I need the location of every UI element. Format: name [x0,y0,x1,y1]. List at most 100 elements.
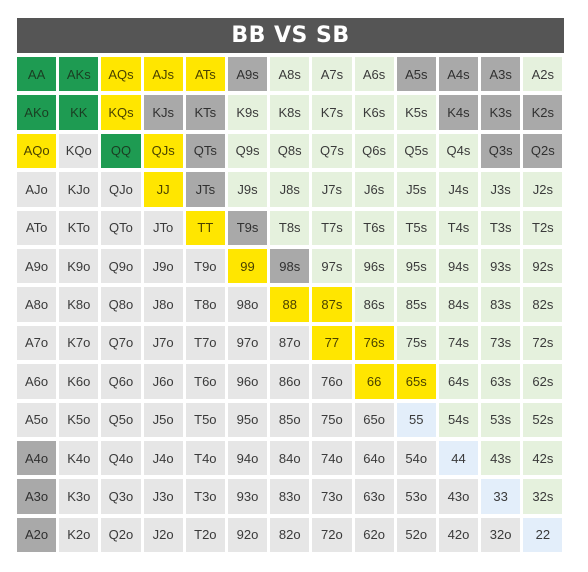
hand-cell-ajs[interactable]: AJs [143,57,183,92]
hand-cell-94s[interactable]: 94s [438,248,479,284]
hand-cell-a6s[interactable]: A6s [354,57,394,92]
hand-cell-82s[interactable]: 82s [523,287,563,322]
hand-cell-a5s[interactable]: A5s [396,57,436,92]
hand-cell-aqs[interactable]: AQs [101,57,141,92]
hand-cell-a3s[interactable]: A3s [481,57,521,92]
hand-cell-j3s[interactable]: J3s [481,172,521,207]
hand-cell-t5s[interactable]: T5s [396,210,436,245]
hand-cell-66[interactable]: 66 [354,364,394,399]
hand-cell-93s[interactable]: 93s [481,248,521,284]
hand-cell-k7o[interactable]: K7o [59,325,99,361]
hand-cell-99[interactable]: 99 [227,248,268,284]
hand-cell-kqo[interactable]: KQo [59,133,99,169]
hand-cell-84o[interactable]: 84o [270,440,310,476]
hand-cell-76o[interactable]: 76o [312,364,352,399]
hand-cell-j2o[interactable]: J2o [143,517,183,553]
hand-cell-k6s[interactable]: K6s [354,95,394,130]
hand-cell-j7o[interactable]: J7o [143,325,183,361]
hand-cell-j5s[interactable]: J5s [396,172,436,207]
hand-cell-54s[interactable]: 54s [438,402,479,437]
hand-cell-a8s[interactable]: A8s [270,57,310,92]
hand-cell-98o[interactable]: 98o [227,287,268,322]
hand-cell-t4s[interactable]: T4s [438,210,479,245]
hand-cell-a6o[interactable]: A6o [17,364,57,399]
hand-cell-q8o[interactable]: Q8o [101,287,141,322]
hand-cell-83s[interactable]: 83s [481,287,521,322]
hand-cell-73s[interactable]: 73s [481,325,521,361]
hand-cell-85o[interactable]: 85o [270,402,310,437]
hand-cell-kk[interactable]: KK [59,95,99,130]
hand-cell-k6o[interactable]: K6o [59,364,99,399]
hand-cell-a7o[interactable]: A7o [17,325,57,361]
hand-cell-q9s[interactable]: Q9s [227,133,268,169]
hand-cell-32s[interactable]: 32s [523,479,563,514]
hand-cell-q5s[interactable]: Q5s [396,133,436,169]
hand-cell-33[interactable]: 33 [481,479,521,514]
hand-cell-73o[interactable]: 73o [312,479,352,514]
hand-cell-j5o[interactable]: J5o [143,402,183,437]
hand-cell-k7s[interactable]: K7s [312,95,352,130]
hand-cell-a3o[interactable]: A3o [17,479,57,514]
hand-cell-q2o[interactable]: Q2o [101,517,141,553]
hand-cell-t4o[interactable]: T4o [185,440,225,476]
hand-cell-t9s[interactable]: T9s [227,210,268,245]
hand-cell-k9s[interactable]: K9s [227,95,268,130]
hand-cell-j6o[interactable]: J6o [143,364,183,399]
hand-cell-53s[interactable]: 53s [481,402,521,437]
hand-cell-q6s[interactable]: Q6s [354,133,394,169]
hand-cell-k2s[interactable]: K2s [523,95,563,130]
hand-cell-k5s[interactable]: K5s [396,95,436,130]
hand-cell-63o[interactable]: 63o [354,479,394,514]
hand-cell-k3s[interactable]: K3s [481,95,521,130]
hand-cell-98s[interactable]: 98s [270,248,310,284]
hand-cell-qto[interactable]: QTo [101,210,141,245]
hand-cell-ato[interactable]: ATo [17,210,57,245]
hand-cell-t8o[interactable]: T8o [185,287,225,322]
hand-cell-a9o[interactable]: A9o [17,248,57,284]
hand-cell-t9o[interactable]: T9o [185,248,225,284]
hand-cell-t8s[interactable]: T8s [270,210,310,245]
hand-cell-a2s[interactable]: A2s [523,57,563,92]
hand-cell-q8s[interactable]: Q8s [270,133,310,169]
hand-cell-kto[interactable]: KTo [59,210,99,245]
hand-cell-97o[interactable]: 97o [227,325,268,361]
hand-cell-j6s[interactable]: J6s [354,172,394,207]
hand-cell-q4o[interactable]: Q4o [101,440,141,476]
hand-cell-jj[interactable]: JJ [143,172,183,207]
hand-cell-93o[interactable]: 93o [227,479,268,514]
hand-cell-q6o[interactable]: Q6o [101,364,141,399]
hand-cell-kts[interactable]: KTs [185,95,225,130]
hand-cell-88[interactable]: 88 [270,287,310,322]
hand-cell-84s[interactable]: 84s [438,287,479,322]
hand-cell-52s[interactable]: 52s [523,402,563,437]
hand-cell-j8o[interactable]: J8o [143,287,183,322]
hand-cell-j2s[interactable]: J2s [523,172,563,207]
hand-cell-65o[interactable]: 65o [354,402,394,437]
hand-cell-a7s[interactable]: A7s [312,57,352,92]
hand-cell-q7o[interactable]: Q7o [101,325,141,361]
hand-cell-k5o[interactable]: K5o [59,402,99,437]
hand-cell-j8s[interactable]: J8s [270,172,310,207]
hand-cell-95o[interactable]: 95o [227,402,268,437]
hand-cell-62s[interactable]: 62s [523,364,563,399]
hand-cell-j3o[interactable]: J3o [143,479,183,514]
hand-cell-kjo[interactable]: KJo [59,172,99,207]
hand-cell-tt[interactable]: TT [185,210,225,245]
hand-cell-jts[interactable]: JTs [185,172,225,207]
hand-cell-k8s[interactable]: K8s [270,95,310,130]
hand-cell-92o[interactable]: 92o [227,517,268,553]
hand-cell-j4o[interactable]: J4o [143,440,183,476]
hand-cell-kjs[interactable]: KJs [143,95,183,130]
hand-cell-62o[interactable]: 62o [354,517,394,553]
hand-cell-92s[interactable]: 92s [523,248,563,284]
hand-cell-74s[interactable]: 74s [438,325,479,361]
hand-cell-k9o[interactable]: K9o [59,248,99,284]
hand-cell-qjo[interactable]: QJo [101,172,141,207]
hand-cell-75o[interactable]: 75o [312,402,352,437]
hand-cell-k4s[interactable]: K4s [438,95,479,130]
hand-cell-a5o[interactable]: A5o [17,402,57,437]
hand-cell-q7s[interactable]: Q7s [312,133,352,169]
hand-cell-q2s[interactable]: Q2s [523,133,563,169]
hand-cell-t2s[interactable]: T2s [523,210,563,245]
hand-cell-43s[interactable]: 43s [481,440,521,476]
